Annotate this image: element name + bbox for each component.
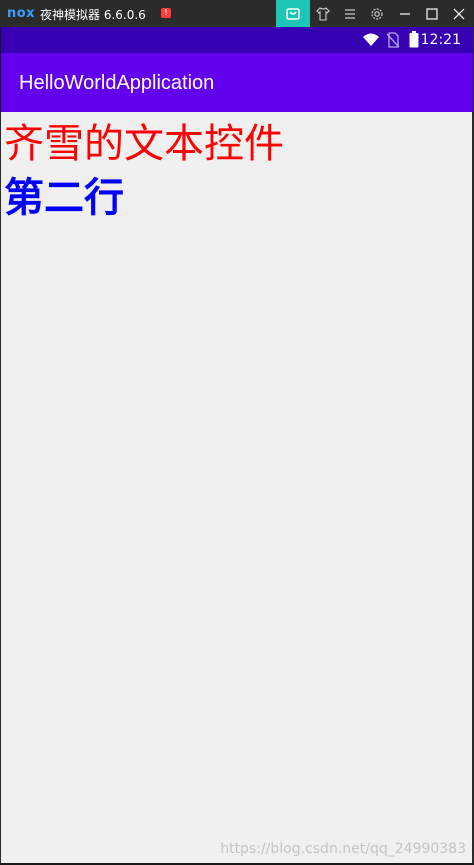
- maximize-icon: [426, 7, 438, 20]
- app-title: HelloWorldApplication: [19, 72, 215, 94]
- content-area: 齐雪的文本控件 第二行 https://blog.csdn.net/qq_249…: [1, 112, 472, 863]
- battery-icon: [409, 31, 419, 48]
- app-bar: HelloWorldApplication: [0, 53, 473, 112]
- settings-icon: [371, 7, 383, 20]
- android-status-bar: 12:21: [0, 27, 473, 53]
- emulator-window: nox 夜神模拟器 6.6.0.6 ! 12:21 HelloWorldAppl…: [0, 0, 474, 865]
- alert-badge[interactable]: !: [161, 8, 171, 18]
- text-view-line-1: 齐雪的文本控件: [4, 121, 284, 167]
- no-sim-icon: [386, 32, 400, 48]
- menu-icon: [345, 8, 355, 19]
- gift-button[interactable]: [276, 0, 310, 27]
- gift-icon: [286, 7, 300, 20]
- minimize-icon: [400, 12, 410, 15]
- watermark: https://blog.csdn.net/qq_24990383: [220, 841, 466, 857]
- settings-button[interactable]: [364, 0, 390, 27]
- text-view-line-2: 第二行: [4, 175, 124, 221]
- status-time: 12:21: [420, 32, 461, 48]
- emulator-title-bar: nox 夜神模拟器 6.6.0.6 !: [0, 0, 474, 27]
- maximize-button[interactable]: [419, 0, 445, 27]
- emulator-title: 夜神模拟器 6.6.0.6: [40, 8, 146, 22]
- wifi-icon: [363, 33, 379, 46]
- close-icon: [453, 8, 465, 19]
- skin-button[interactable]: [310, 0, 336, 27]
- close-button[interactable]: [446, 0, 472, 27]
- menu-button[interactable]: [337, 0, 363, 27]
- nox-logo: nox: [7, 6, 36, 21]
- shirt-icon: [316, 6, 330, 21]
- minimize-button[interactable]: [392, 0, 418, 27]
